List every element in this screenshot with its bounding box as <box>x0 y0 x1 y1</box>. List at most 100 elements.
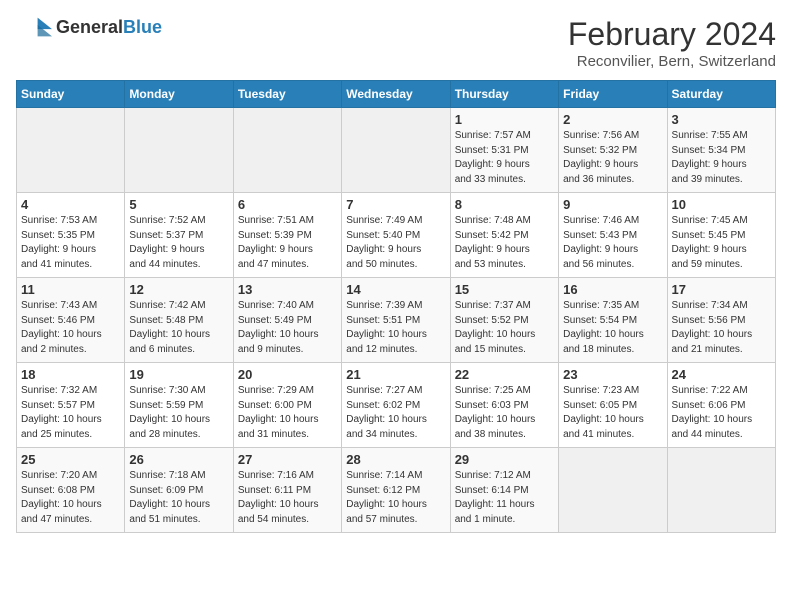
header: GeneralBlue February 2024 Reconvilier, B… <box>16 16 776 70</box>
day-number: 7 <box>346 197 445 212</box>
calendar-table: SundayMondayTuesdayWednesdayThursdayFrid… <box>16 80 776 533</box>
calendar-cell <box>559 448 667 533</box>
day-number: 20 <box>238 367 337 382</box>
day-info: Sunrise: 7:20 AM Sunset: 6:08 PM Dayligh… <box>21 469 120 527</box>
calendar-cell: 14 Sunrise: 7:39 AM Sunset: 5:51 PM Dayli… <box>342 278 450 363</box>
calendar-cell: 7 Sunrise: 7:49 AM Sunset: 5:40 PM Daylig… <box>342 193 450 278</box>
day-number: 28 <box>346 452 445 467</box>
weekday-header: Wednesday <box>342 81 450 108</box>
day-number: 19 <box>129 367 228 382</box>
day-number: 8 <box>455 197 554 212</box>
calendar-cell: 20 Sunrise: 7:29 AM Sunset: 6:00 PM Dayli… <box>233 363 341 448</box>
day-number: 11 <box>21 282 120 297</box>
day-number: 24 <box>672 367 771 382</box>
calendar-cell: 12 Sunrise: 7:42 AM Sunset: 5:48 PM Dayli… <box>125 278 233 363</box>
day-number: 10 <box>672 197 771 212</box>
calendar-week-row: 1Sunrise: 7:57 AM Sunset: 5:31 PM Daylig… <box>17 108 776 193</box>
calendar-cell: 8 Sunrise: 7:48 AM Sunset: 5:42 PM Daylig… <box>450 193 558 278</box>
calendar-cell <box>125 108 233 193</box>
day-number: 4 <box>21 197 120 212</box>
calendar-cell <box>342 108 450 193</box>
day-info: Sunrise: 7:25 AM Sunset: 6:03 PM Dayligh… <box>455 384 554 442</box>
day-number: 2 <box>563 112 662 127</box>
logo: GeneralBlue <box>16 16 162 38</box>
calendar-cell: 22 Sunrise: 7:25 AM Sunset: 6:03 PM Dayli… <box>450 363 558 448</box>
day-number: 5 <box>129 197 228 212</box>
calendar-cell: 1Sunrise: 7:57 AM Sunset: 5:31 PM Daylig… <box>450 108 558 193</box>
day-info: Sunrise: 7:53 AM Sunset: 5:35 PM Dayligh… <box>21 214 120 272</box>
calendar-cell: 28 Sunrise: 7:14 AM Sunset: 6:12 PM Dayli… <box>342 448 450 533</box>
day-number: 14 <box>346 282 445 297</box>
calendar-cell: 19 Sunrise: 7:30 AM Sunset: 5:59 PM Dayli… <box>125 363 233 448</box>
title-area: February 2024 Reconvilier, Bern, Switzer… <box>568 16 776 70</box>
day-number: 12 <box>129 282 228 297</box>
day-info: Sunrise: 7:42 AM Sunset: 5:48 PM Dayligh… <box>129 299 228 357</box>
day-number: 6 <box>238 197 337 212</box>
day-number: 21 <box>346 367 445 382</box>
weekday-header: Friday <box>559 81 667 108</box>
calendar-week-row: 25 Sunrise: 7:20 AM Sunset: 6:08 PM Dayli… <box>17 448 776 533</box>
calendar-cell: 25 Sunrise: 7:20 AM Sunset: 6:08 PM Dayli… <box>17 448 125 533</box>
day-number: 15 <box>455 282 554 297</box>
calendar-week-row: 18 Sunrise: 7:32 AM Sunset: 5:57 PM Dayli… <box>17 363 776 448</box>
calendar-cell <box>667 448 775 533</box>
logo-general: General <box>56 17 123 37</box>
day-info: Sunrise: 7:29 AM Sunset: 6:00 PM Dayligh… <box>238 384 337 442</box>
day-info: Sunrise: 7:34 AM Sunset: 5:56 PM Dayligh… <box>672 299 771 357</box>
day-number: 29 <box>455 452 554 467</box>
day-info: Sunrise: 7:57 AM Sunset: 5:31 PM Dayligh… <box>455 129 554 187</box>
calendar-cell: 16Sunrise: 7:35 AM Sunset: 5:54 PM Dayli… <box>559 278 667 363</box>
calendar-cell: 13Sunrise: 7:40 AM Sunset: 5:49 PM Dayli… <box>233 278 341 363</box>
day-number: 25 <box>21 452 120 467</box>
day-info: Sunrise: 7:43 AM Sunset: 5:46 PM Dayligh… <box>21 299 120 357</box>
day-info: Sunrise: 7:39 AM Sunset: 5:51 PM Dayligh… <box>346 299 445 357</box>
day-info: Sunrise: 7:52 AM Sunset: 5:37 PM Dayligh… <box>129 214 228 272</box>
day-info: Sunrise: 7:32 AM Sunset: 5:57 PM Dayligh… <box>21 384 120 442</box>
calendar-cell: 9 Sunrise: 7:46 AM Sunset: 5:43 PM Daylig… <box>559 193 667 278</box>
weekday-header: Sunday <box>17 81 125 108</box>
calendar-cell: 17 Sunrise: 7:34 AM Sunset: 5:56 PM Dayli… <box>667 278 775 363</box>
calendar-cell: 21Sunrise: 7:27 AM Sunset: 6:02 PM Dayli… <box>342 363 450 448</box>
location-title: Reconvilier, Bern, Switzerland <box>568 53 776 70</box>
day-info: Sunrise: 7:16 AM Sunset: 6:11 PM Dayligh… <box>238 469 337 527</box>
day-info: Sunrise: 7:45 AM Sunset: 5:45 PM Dayligh… <box>672 214 771 272</box>
calendar-cell: 18 Sunrise: 7:32 AM Sunset: 5:57 PM Dayli… <box>17 363 125 448</box>
day-info: Sunrise: 7:49 AM Sunset: 5:40 PM Dayligh… <box>346 214 445 272</box>
logo-icon <box>16 16 52 38</box>
calendar-cell: 27 Sunrise: 7:16 AM Sunset: 6:11 PM Dayli… <box>233 448 341 533</box>
day-info: Sunrise: 7:12 AM Sunset: 6:14 PM Dayligh… <box>455 469 554 527</box>
day-number: 17 <box>672 282 771 297</box>
calendar-cell: 26 Sunrise: 7:18 AM Sunset: 6:09 PM Dayli… <box>125 448 233 533</box>
day-info: Sunrise: 7:51 AM Sunset: 5:39 PM Dayligh… <box>238 214 337 272</box>
day-number: 22 <box>455 367 554 382</box>
calendar-cell: 11 Sunrise: 7:43 AM Sunset: 5:46 PM Dayli… <box>17 278 125 363</box>
day-info: Sunrise: 7:55 AM Sunset: 5:34 PM Dayligh… <box>672 129 771 187</box>
calendar-cell: 24Sunrise: 7:22 AM Sunset: 6:06 PM Dayli… <box>667 363 775 448</box>
weekday-header: Tuesday <box>233 81 341 108</box>
day-number: 16 <box>563 282 662 297</box>
weekday-header: Saturday <box>667 81 775 108</box>
weekday-header-row: SundayMondayTuesdayWednesdayThursdayFrid… <box>17 81 776 108</box>
day-number: 3 <box>672 112 771 127</box>
day-number: 26 <box>129 452 228 467</box>
calendar-cell: 2Sunrise: 7:56 AM Sunset: 5:32 PM Daylig… <box>559 108 667 193</box>
day-info: Sunrise: 7:48 AM Sunset: 5:42 PM Dayligh… <box>455 214 554 272</box>
day-info: Sunrise: 7:46 AM Sunset: 5:43 PM Dayligh… <box>563 214 662 272</box>
day-info: Sunrise: 7:18 AM Sunset: 6:09 PM Dayligh… <box>129 469 228 527</box>
month-title: February 2024 <box>568 16 776 53</box>
calendar-cell: 3 Sunrise: 7:55 AM Sunset: 5:34 PM Daylig… <box>667 108 775 193</box>
day-info: Sunrise: 7:14 AM Sunset: 6:12 PM Dayligh… <box>346 469 445 527</box>
calendar-cell: 23Sunrise: 7:23 AM Sunset: 6:05 PM Dayli… <box>559 363 667 448</box>
day-info: Sunrise: 7:23 AM Sunset: 6:05 PM Dayligh… <box>563 384 662 442</box>
day-number: 27 <box>238 452 337 467</box>
weekday-header: Monday <box>125 81 233 108</box>
day-info: Sunrise: 7:30 AM Sunset: 5:59 PM Dayligh… <box>129 384 228 442</box>
calendar-week-row: 11 Sunrise: 7:43 AM Sunset: 5:46 PM Dayli… <box>17 278 776 363</box>
calendar-cell: 6 Sunrise: 7:51 AM Sunset: 5:39 PM Daylig… <box>233 193 341 278</box>
day-number: 9 <box>563 197 662 212</box>
calendar-cell: 29 Sunrise: 7:12 AM Sunset: 6:14 PM Dayli… <box>450 448 558 533</box>
calendar-cell: 4 Sunrise: 7:53 AM Sunset: 5:35 PM Daylig… <box>17 193 125 278</box>
calendar-cell <box>233 108 341 193</box>
calendar-cell: 15Sunrise: 7:37 AM Sunset: 5:52 PM Dayli… <box>450 278 558 363</box>
day-number: 18 <box>21 367 120 382</box>
